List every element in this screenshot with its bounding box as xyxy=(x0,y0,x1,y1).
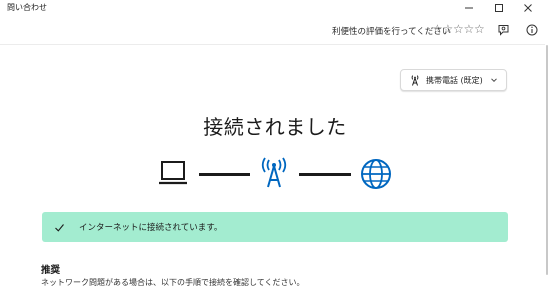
connector-line-right xyxy=(299,173,351,176)
star-rating: ☆ ☆ ☆ ☆ ☆ xyxy=(432,22,485,36)
connection-type-label: 携帯電話 (既定) xyxy=(426,75,483,85)
status-heading: 接続されました xyxy=(203,115,347,139)
connection-status-banner: インターネットに接続されています。 xyxy=(42,212,508,242)
feedback-icon xyxy=(498,24,508,36)
info-button[interactable] xyxy=(524,22,540,38)
feedback-button[interactable] xyxy=(495,22,511,38)
title-bar: 問い合わせ xyxy=(0,0,550,15)
cell-tower-icon xyxy=(261,157,287,188)
app-title: 問い合わせ xyxy=(7,3,47,12)
star-1-icon[interactable]: ☆ xyxy=(432,22,443,36)
minimize-button[interactable] xyxy=(456,0,482,15)
chevron-down-icon xyxy=(490,76,498,84)
minimize-icon xyxy=(465,7,473,8)
banner-message: インターネットに接続されています。 xyxy=(79,223,223,233)
maximize-icon xyxy=(495,3,503,12)
star-5-icon[interactable]: ☆ xyxy=(474,22,485,36)
header-divider xyxy=(0,44,545,45)
scrollbar[interactable] xyxy=(546,45,548,275)
recommendation-title: 推奨 xyxy=(41,265,61,276)
cellular-antenna-icon xyxy=(409,74,421,86)
connector-line-left xyxy=(199,173,250,176)
close-icon xyxy=(524,3,532,12)
star-3-icon[interactable]: ☆ xyxy=(453,22,464,36)
star-4-icon[interactable]: ☆ xyxy=(464,22,475,36)
connection-type-dropdown[interactable]: 携帯電話 (既定) xyxy=(400,69,507,91)
close-button[interactable] xyxy=(515,0,541,15)
globe-icon xyxy=(361,159,391,189)
recommendation-text: ネットワーク問題がある場合は、以下の手順で接続を確認してください。 xyxy=(41,278,305,287)
laptop-icon xyxy=(159,161,187,185)
info-icon xyxy=(526,24,538,36)
checkmark-icon xyxy=(54,222,65,233)
maximize-button[interactable] xyxy=(486,0,512,15)
star-2-icon[interactable]: ☆ xyxy=(443,22,454,36)
